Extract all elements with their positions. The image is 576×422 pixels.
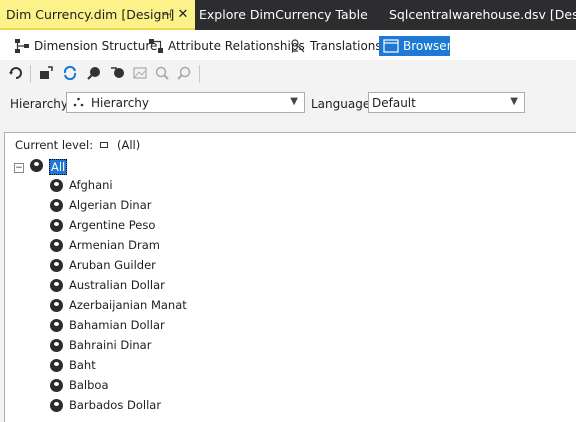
member-icon (50, 259, 63, 272)
tab-label: Translations (310, 39, 382, 53)
tab-label: Dimension Structure (34, 39, 158, 53)
doc-tab-dsv-design[interactable]: Sqlcentralwarehouse.dsv [Design] (389, 0, 576, 30)
tab-label: Attribute Relationships (168, 39, 305, 53)
member-icon (50, 219, 63, 232)
member-label: Balboa (69, 378, 109, 392)
member-label: Armenian Dram (69, 238, 160, 252)
language-label: Language: (311, 97, 375, 111)
member-label: Australian Dollar (69, 278, 165, 292)
browser-icon (383, 39, 399, 53)
pin-icon[interactable]: ⊣ (160, 0, 174, 30)
document-tab-strip: Dim Currency.dim [Design] ⊣ ✕ Explore Di… (0, 0, 576, 30)
level-icon (100, 142, 108, 148)
doc-tab-label: Explore DimCurrency Table (199, 7, 368, 22)
member-icon (50, 359, 63, 372)
language-value: Default (372, 96, 416, 110)
member-icon (30, 159, 43, 172)
member-label: Argentine Peso (69, 218, 156, 232)
zoom-out-icon[interactable] (176, 65, 192, 81)
doc-tab-explore-dimcurrency[interactable]: Explore DimCurrency Table (199, 0, 368, 30)
member-icon (50, 239, 63, 252)
current-level-label: Current level: (15, 138, 94, 152)
tab-dimension-structure[interactable]: Dimension Structure (14, 36, 157, 56)
tab-browser[interactable]: Browser (379, 36, 452, 56)
member-icon (50, 399, 63, 412)
collapse-icon[interactable]: − (14, 163, 24, 173)
member-icon (50, 299, 63, 312)
tab-translations[interactable]: Translations (290, 36, 382, 56)
refresh-icon[interactable] (62, 65, 78, 81)
chevron-down-icon: ▼ (510, 96, 518, 107)
image-icon[interactable] (132, 65, 148, 81)
member-icon (50, 319, 63, 332)
tree-node-all[interactable]: All (49, 159, 68, 175)
member-label: Algerian Dinar (69, 198, 152, 212)
filter-icon[interactable] (86, 65, 102, 81)
member-label: Baht (69, 358, 96, 372)
member-label: Barbados Dollar (69, 398, 162, 412)
hierarchy-label: Hierarchy: (10, 97, 72, 111)
member-label: Bahraini Dinar (69, 338, 152, 352)
translations-icon (291, 39, 305, 53)
browser-toolbar (0, 62, 576, 86)
doc-tab-label: Sqlcentralwarehouse.dsv [Design] (389, 7, 576, 22)
attribute-relationships-icon (149, 39, 163, 53)
dimension-structure-icon (15, 39, 29, 53)
process-icon[interactable] (38, 65, 54, 81)
member-icon (50, 279, 63, 292)
reset-icon[interactable] (110, 65, 126, 81)
close-icon[interactable]: ✕ (176, 0, 190, 30)
member-label: Afghani (69, 178, 113, 192)
hierarchy-dropdown[interactable]: Hierarchy ▼ (66, 92, 305, 113)
toolbar-separator (30, 65, 31, 83)
member-label: Bahamian Dollar (69, 318, 165, 332)
member-icon (50, 179, 63, 192)
dimension-browser-pane[interactable]: Current level: (All) − All Afghani Algeri… (4, 132, 576, 422)
language-dropdown[interactable]: Default ▼ (368, 92, 525, 113)
hierarchy-value: Hierarchy (91, 96, 150, 110)
doc-tab-label: Dim Currency.dim [Design] (6, 7, 175, 22)
member-icon (50, 199, 63, 212)
member-icon (50, 379, 63, 392)
zoom-in-icon[interactable] (154, 65, 170, 81)
designer-tab-strip: Dimension Structure Attribute Relationsh… (0, 30, 576, 60)
toolbar-separator (199, 65, 200, 83)
hierarchy-icon (73, 97, 84, 107)
reconnect-icon[interactable] (8, 65, 24, 81)
member-label: Azerbaijanian Manat (69, 298, 187, 312)
member-label: Aruban Guilder (69, 258, 156, 272)
chevron-down-icon: ▼ (290, 96, 298, 107)
tab-attribute-relationships[interactable]: Attribute Relationships (148, 36, 305, 56)
filter-row: Hierarchy: Hierarchy ▼ Language: Default… (0, 88, 576, 122)
doc-tab-dim-currency[interactable]: Dim Currency.dim [Design] ⊣ ✕ (0, 0, 195, 30)
member-icon (50, 339, 63, 352)
current-level-value: (All) (117, 138, 141, 152)
tab-label: Browser (403, 39, 452, 53)
